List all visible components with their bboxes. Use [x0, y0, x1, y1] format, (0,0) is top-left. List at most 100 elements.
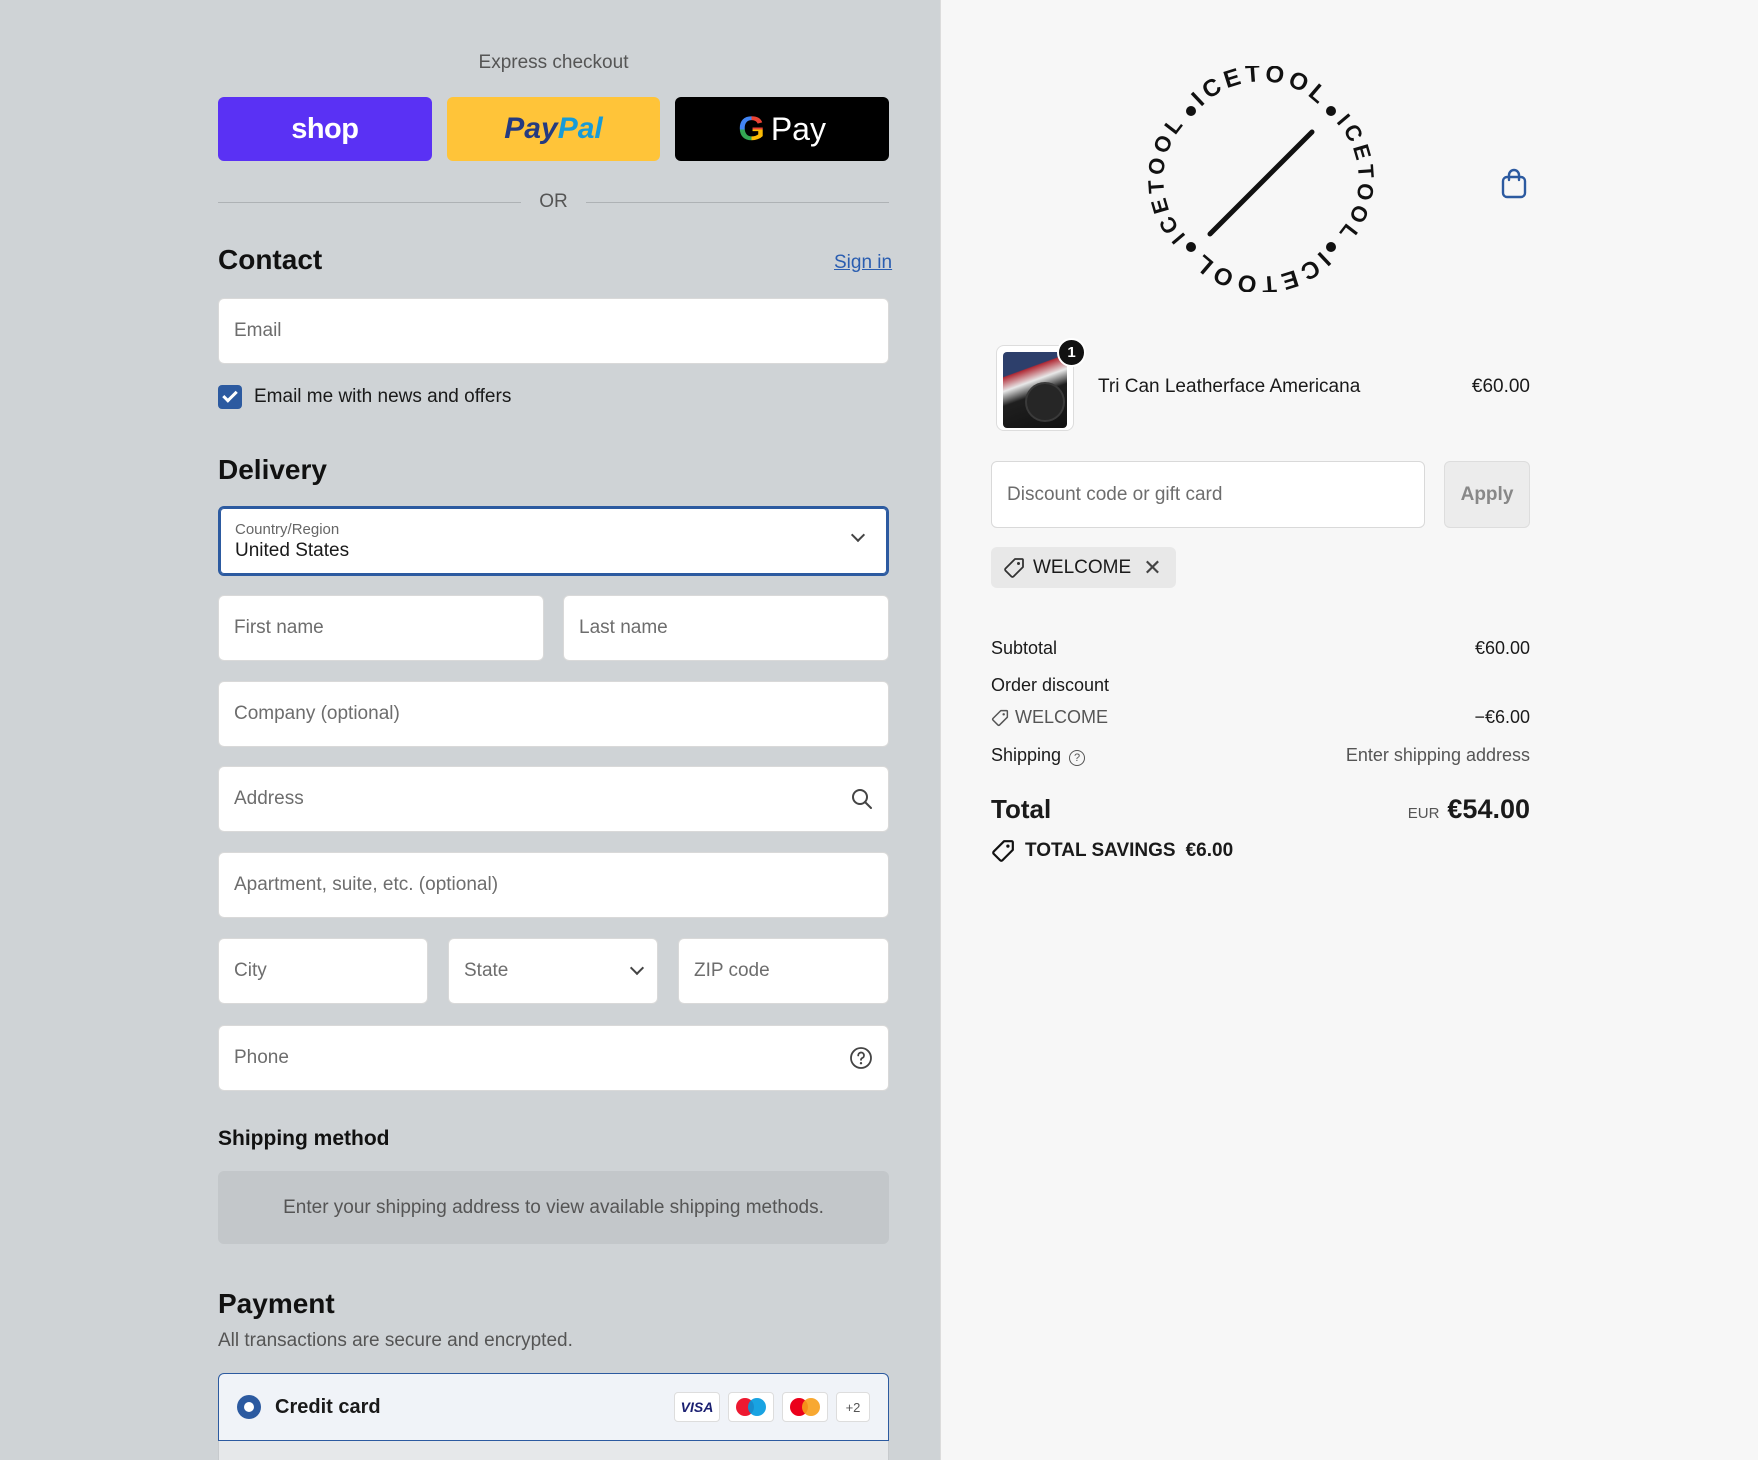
shop-pay-label: shop	[291, 112, 359, 145]
card-logos: VISA +2	[674, 1392, 870, 1422]
google-pay-button[interactable]: G Pay	[675, 97, 890, 161]
svg-text:ICETOOL: ICETOOL	[1148, 110, 1190, 249]
email-field[interactable]: Email	[218, 298, 889, 364]
svg-text:ICETOOL: ICETOOL	[1332, 109, 1374, 248]
order-discount-label: Order discount	[991, 675, 1110, 695]
divider-line	[218, 201, 522, 203]
state-placeholder: State	[464, 960, 509, 981]
shipping-method-heading: Shipping method	[218, 1127, 390, 1150]
checkout-form-panel: Express checkout shop Pay Pal G Pay OR Con…	[0, 0, 940, 1460]
shipping-value: Enter shipping address	[1345, 745, 1530, 765]
newsletter-label: Email me with news and offers	[254, 386, 512, 407]
product-price: €60.00	[1471, 376, 1530, 397]
sign-in-link[interactable]: Sign in	[834, 252, 892, 274]
help-icon[interactable]	[849, 1046, 873, 1070]
newsletter-checkbox[interactable]	[218, 385, 242, 409]
subtotal-row: Subtotal €60.00	[991, 638, 1530, 659]
quantity-badge: 1	[1057, 338, 1086, 367]
logo-text-right: ICETOOL	[1332, 109, 1374, 248]
shipping-row: Shipping? Enter shipping address	[991, 745, 1530, 766]
subtotal-label: Subtotal	[991, 638, 1058, 658]
checkmark-icon	[222, 387, 238, 403]
paypal-label-part2: Pal	[557, 112, 603, 145]
total-amount: EUR €54.00	[1408, 794, 1530, 825]
maestro-logo	[728, 1392, 774, 1422]
subtotal-value: €60.00	[1474, 638, 1530, 658]
savings-label: TOTAL SAVINGS	[1025, 840, 1176, 861]
shipping-help-icon[interactable]: ?	[1069, 750, 1086, 766]
apply-button[interactable]: Apply	[1444, 461, 1530, 528]
discount-code-name: WELCOME	[1015, 707, 1109, 727]
payment-heading: Payment	[218, 1288, 335, 1319]
address-field[interactable]: Address	[218, 766, 889, 832]
applied-discount-code: WELCOME	[1033, 556, 1132, 578]
shipping-label-group: Shipping?	[991, 745, 1086, 766]
country-label: Country/Region	[235, 520, 340, 538]
product-can	[1025, 382, 1065, 422]
svg-text:ICETOOL: ICETOOL	[1187, 66, 1335, 112]
discount-placeholder: Discount code or gift card	[1007, 483, 1223, 505]
product-name: Tri Can Leatherface Americana	[1098, 376, 1361, 397]
first-name-placeholder: First name	[234, 617, 324, 638]
total-value: €54.00	[1447, 794, 1530, 824]
apartment-placeholder: Apartment, suite, etc. (optional)	[234, 874, 499, 895]
express-checkout-title: Express checkout	[478, 52, 629, 73]
total-label: Total	[991, 794, 1052, 824]
discount-value: −€6.00	[1474, 707, 1530, 727]
tag-icon	[992, 840, 1014, 862]
state-select[interactable]: State	[448, 938, 658, 1004]
product-image	[1003, 352, 1067, 428]
express-checkout-buttons: shop Pay Pal G Pay	[218, 97, 890, 161]
discount-code-input[interactable]: Discount code or gift card	[991, 461, 1425, 528]
first-name-field[interactable]: First name	[218, 595, 544, 661]
order-discount-row: Order discount	[991, 675, 1530, 696]
city-field[interactable]: City	[218, 938, 428, 1004]
paypal-label-part1: Pay	[504, 112, 558, 145]
mastercard-logo	[782, 1392, 828, 1422]
search-icon	[852, 789, 872, 809]
credit-card-details-area	[218, 1441, 889, 1460]
or-divider: OR	[218, 190, 889, 214]
radio-dot	[244, 1402, 254, 1412]
remove-discount-icon[interactable]: ✕	[1143, 555, 1161, 581]
logo-text-left: ICETOOL	[1148, 110, 1186, 249]
discount-code-tag: WELCOME	[991, 707, 1108, 728]
address-placeholder: Address	[234, 788, 304, 809]
paypal-button[interactable]: Pay Pal	[446, 97, 661, 161]
shopping-bag-icon[interactable]	[1500, 168, 1528, 200]
google-pay-label: Pay	[770, 110, 826, 147]
apartment-field[interactable]: Apartment, suite, etc. (optional)	[218, 852, 889, 918]
chevron-down-icon	[850, 527, 866, 543]
icetool-logo: ICETOOL ICETOOL ICETOOL ICETOOL	[1148, 66, 1374, 292]
email-placeholder: Email	[234, 320, 282, 341]
total-row: Total EUR €54.00	[991, 794, 1530, 825]
svg-text:ICETOOL: ICETOOL	[1187, 246, 1335, 292]
currency-code: EUR	[1407, 805, 1440, 822]
phone-placeholder: Phone	[234, 1047, 289, 1068]
zip-field[interactable]: ZIP code	[678, 938, 889, 1004]
credit-card-option[interactable]: Credit card VISA +2	[218, 1373, 889, 1441]
payment-subtitle: All transactions are secure and encrypte…	[218, 1330, 573, 1351]
last-name-field[interactable]: Last name	[563, 595, 889, 661]
phone-field[interactable]: Phone	[218, 1025, 889, 1091]
tag-icon	[1004, 557, 1024, 578]
country-value: United States	[235, 539, 350, 561]
zip-placeholder: ZIP code	[694, 960, 770, 981]
credit-card-radio[interactable]	[237, 1395, 261, 1419]
credit-card-label: Credit card	[275, 1395, 381, 1418]
shipping-label: Shipping	[991, 745, 1062, 765]
logo-text-top: ICETOOL	[1187, 66, 1331, 112]
country-select[interactable]: Country/Region United States	[218, 506, 889, 576]
or-label: OR	[539, 191, 568, 212]
shop-pay-button[interactable]: shop	[218, 97, 432, 161]
tag-icon	[991, 709, 1009, 726]
logo-text-bottom: ICETOOL	[1187, 246, 1331, 292]
contact-heading: Contact	[218, 244, 323, 275]
total-savings: TOTAL SAVINGS €6.00	[991, 839, 1233, 863]
chevron-down-icon	[629, 960, 645, 976]
company-field[interactable]: Company (optional)	[218, 681, 889, 747]
more-cards-badge: +2	[836, 1392, 870, 1422]
visa-logo: VISA	[674, 1392, 720, 1422]
newsletter-option[interactable]: Email me with news and offers	[218, 385, 511, 409]
city-placeholder: City	[234, 960, 267, 981]
